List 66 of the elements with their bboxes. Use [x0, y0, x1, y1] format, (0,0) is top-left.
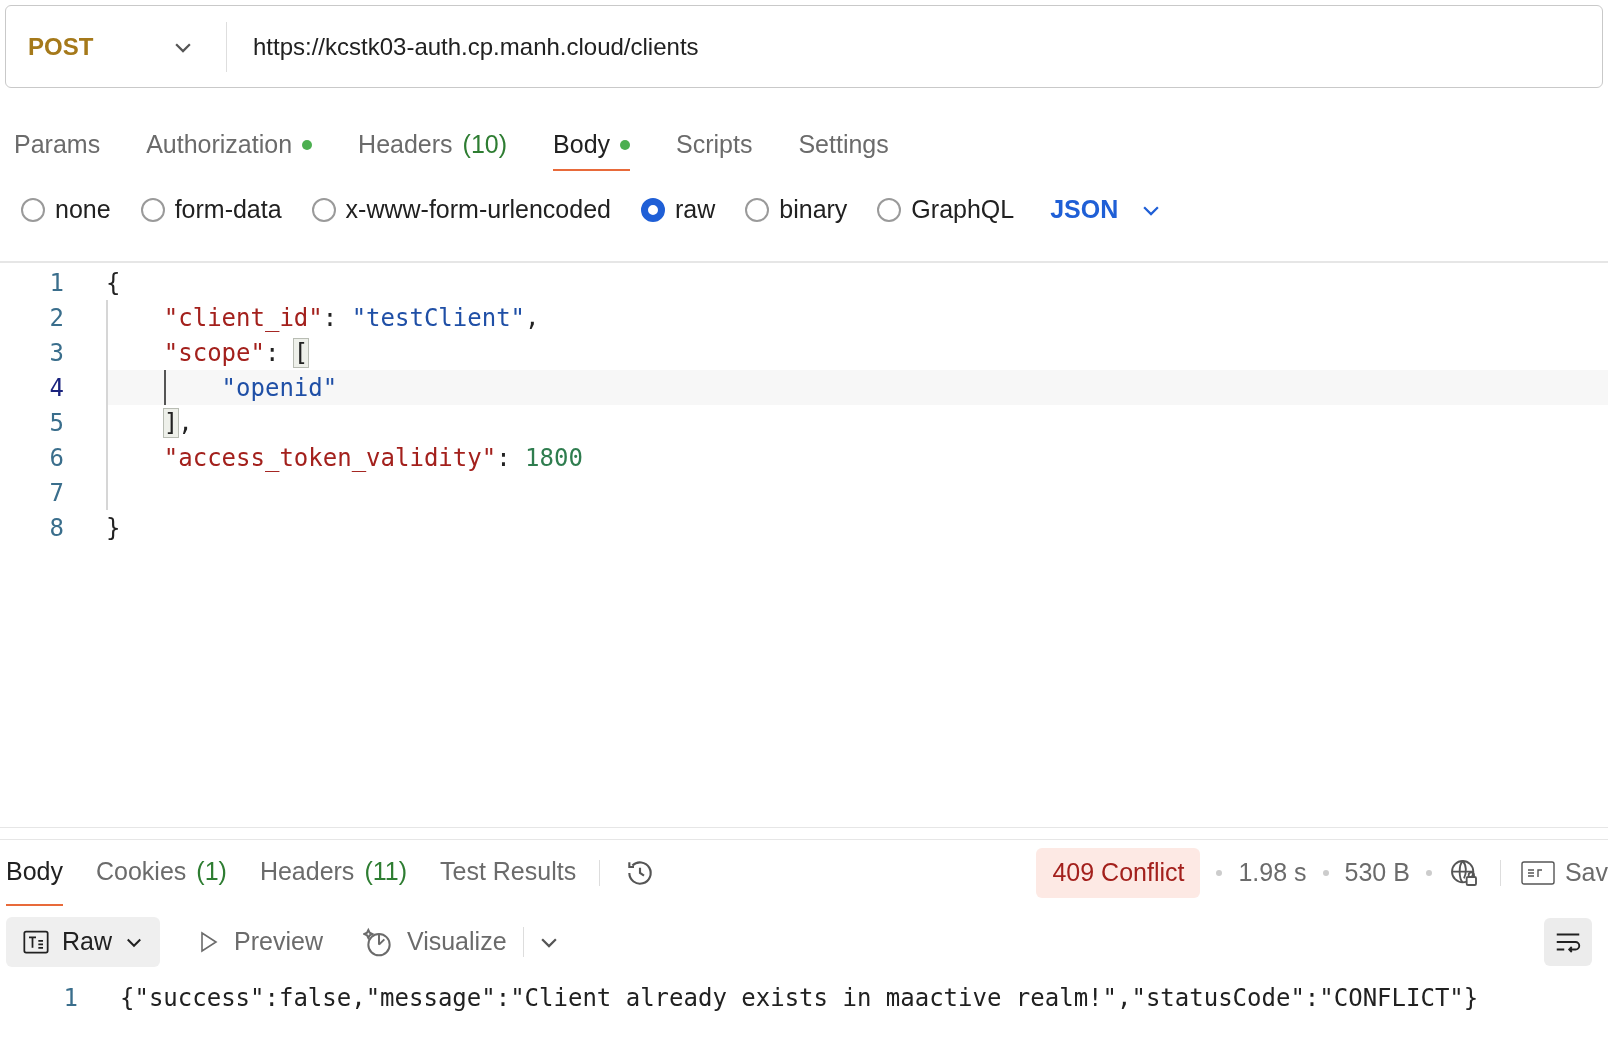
- tab-label: Authorization: [146, 129, 293, 161]
- wrap-lines-button[interactable]: [1544, 918, 1592, 966]
- line-number: 4: [48, 372, 64, 404]
- method-dropdown[interactable]: POST: [6, 6, 226, 87]
- tab-label: Scripts: [676, 129, 753, 161]
- radio-button[interactable]: [21, 198, 45, 222]
- request-tab[interactable]: Params: [14, 121, 101, 171]
- radio-label: x-www-form-urlencoded: [345, 194, 611, 226]
- code-line: ],: [162, 407, 193, 439]
- example-icon[interactable]: [1520, 859, 1555, 887]
- tab-label: Test Results: [440, 856, 577, 888]
- code-line: "access_token_validity": 1800: [162, 442, 583, 474]
- code-line: "openid": [220, 372, 338, 404]
- line-number: 1: [62, 983, 78, 1014]
- tab-label: Body: [6, 856, 63, 888]
- tab-count: (1): [196, 856, 227, 888]
- visualize-button[interactable]: Visualize: [362, 923, 507, 961]
- format-dropdown[interactable]: JSON: [1050, 191, 1163, 229]
- url-bar[interactable]: POST https://kcstk03-auth.cp.manh.cloud/clients: [5, 5, 1603, 88]
- request-tab[interactable]: Scripts: [676, 121, 753, 171]
- response-tab[interactable]: Test Results: [440, 840, 577, 906]
- line-number: 6: [48, 442, 64, 474]
- request-tab[interactable]: Headers (10): [358, 121, 508, 171]
- status-badge: 409 Conflict: [1036, 848, 1201, 898]
- tab-label: Cookies: [96, 856, 187, 888]
- code-line: {: [106, 267, 121, 299]
- response-tab[interactable]: Body: [6, 840, 63, 906]
- code-line: "scope": [: [162, 337, 309, 369]
- line-number: 5: [48, 407, 64, 439]
- preview-button[interactable]: Preview: [196, 923, 323, 961]
- radio-label: form-data: [174, 194, 282, 226]
- tab-count: (11): [364, 856, 407, 888]
- tab-count: (10): [462, 129, 508, 161]
- tab-label: Settings: [798, 129, 889, 161]
- line-number: 3: [48, 337, 64, 369]
- text-format-icon: [22, 928, 50, 956]
- tab-label: Body: [553, 129, 611, 161]
- radio-label: GraphQL: [911, 194, 1015, 226]
- tab-label: Headers: [259, 856, 355, 888]
- radio-label: none: [55, 194, 111, 226]
- radio-button[interactable]: [877, 198, 902, 222]
- request-tab[interactable]: Settings: [798, 121, 889, 171]
- response-tab[interactable]: Cookies (1): [96, 840, 227, 906]
- response-line: {"success":false,"message":"Client already exists in maactive realm!","statusCode":"CONFLICT"}: [120, 983, 1479, 1014]
- radio-button[interactable]: [140, 198, 165, 222]
- code-line: }: [106, 512, 121, 544]
- tab-label: Params: [14, 129, 101, 161]
- line-number: 7: [48, 477, 64, 509]
- radio-button[interactable]: [640, 198, 665, 222]
- request-tab[interactable]: Body: [553, 121, 631, 171]
- line-number: 8: [48, 512, 64, 544]
- radio-label: raw: [674, 194, 716, 226]
- request-tab[interactable]: Authorization: [146, 121, 313, 171]
- radio-label: binary: [779, 194, 848, 226]
- response-time: 1.98 s: [1238, 857, 1307, 889]
- tab-label: Headers: [358, 129, 453, 161]
- line-number: 2: [48, 302, 64, 334]
- radio-button[interactable]: [745, 198, 770, 222]
- line-number: 1: [48, 267, 64, 299]
- radio-button[interactable]: [311, 198, 336, 222]
- save-link[interactable]: Sav: [1564, 854, 1608, 892]
- response-tab[interactable]: Headers (11): [259, 840, 407, 906]
- response-size: 530 B: [1344, 857, 1410, 889]
- code-line: "client_id": "testClient",: [162, 302, 540, 334]
- url-field[interactable]: https://kcstk03-auth.cp.manh.cloud/clients: [226, 21, 1602, 72]
- raw-dropdown[interactable]: Raw: [6, 917, 160, 967]
